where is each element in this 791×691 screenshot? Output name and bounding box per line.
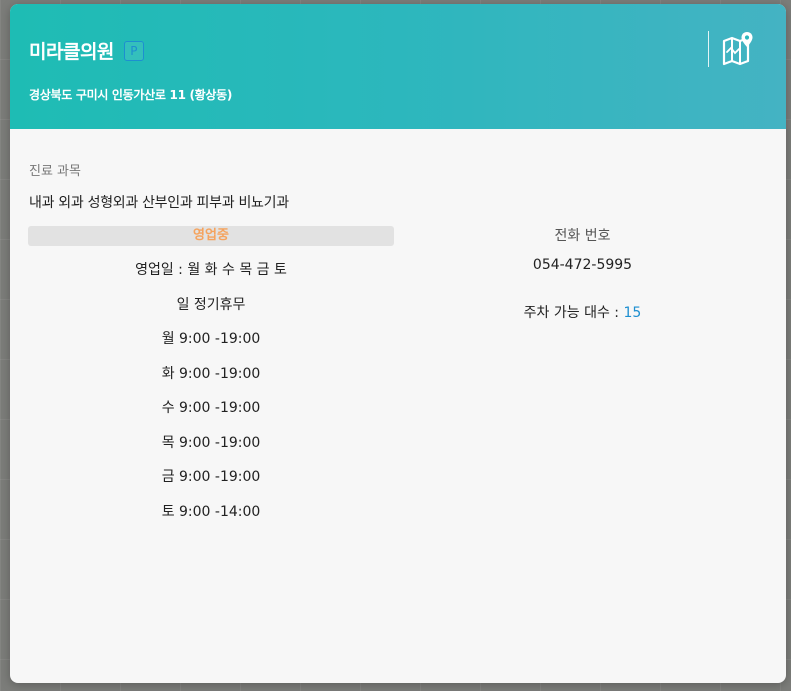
schedule-row: 목 9:00 -19:00 <box>161 434 261 451</box>
phone-label: 전화 번호 <box>554 228 611 244</box>
header-divider <box>708 31 709 67</box>
clinic-address: 경상북도 구미시 인동가산로 11 (황상동) <box>29 88 233 102</box>
parking-info: 주차 가능 대수 : 15 <box>410 303 755 323</box>
clinic-detail-modal: 미라클의원 P 경상북도 구미시 인동가산로 11 (황상동) 진료 과목 내과… <box>10 4 786 683</box>
departments-list: 내과 외과 성형외과 산부인과 피부과 비뇨기과 <box>29 195 289 211</box>
clinic-name: 미라클의원 <box>29 41 114 63</box>
hours-column: 영업중 영업일 : 월 화 수 목 금 토 일 정기휴무 월 9:00 -19:… <box>28 226 394 529</box>
schedule-row: 월 9:00 -19:00 <box>161 331 261 347</box>
schedule-row: 토 9:00 -14:00 <box>161 503 261 520</box>
departments-label: 진료 과목 <box>29 164 81 179</box>
schedule-row: 화 9:00 -19:00 <box>161 365 261 382</box>
parking-label: 주차 가능 대수 : <box>523 305 624 321</box>
parking-badge: P <box>123 40 144 61</box>
schedule-row: 금 9:00 -19:00 <box>161 469 261 485</box>
open-days: 영업일 : 월 화 수 목 금 토 <box>135 262 287 278</box>
status-badge: 영업중 <box>28 226 394 246</box>
contact-column: 전화 번호 054-472-5995 주차 가능 대수 : 15 <box>410 226 755 323</box>
modal-header: 미라클의원 P 경상북도 구미시 인동가산로 11 (황상동) <box>10 4 786 129</box>
parking-count: 15 <box>623 305 642 321</box>
schedule-row: 수 9:00 -19:00 <box>161 400 261 416</box>
phone-number[interactable]: 054-472-5995 <box>410 255 755 275</box>
title-row: 미라클의원 P <box>29 37 144 64</box>
closed-days: 일 정기휴무 <box>176 296 246 313</box>
map-pin-icon[interactable] <box>720 30 756 66</box>
